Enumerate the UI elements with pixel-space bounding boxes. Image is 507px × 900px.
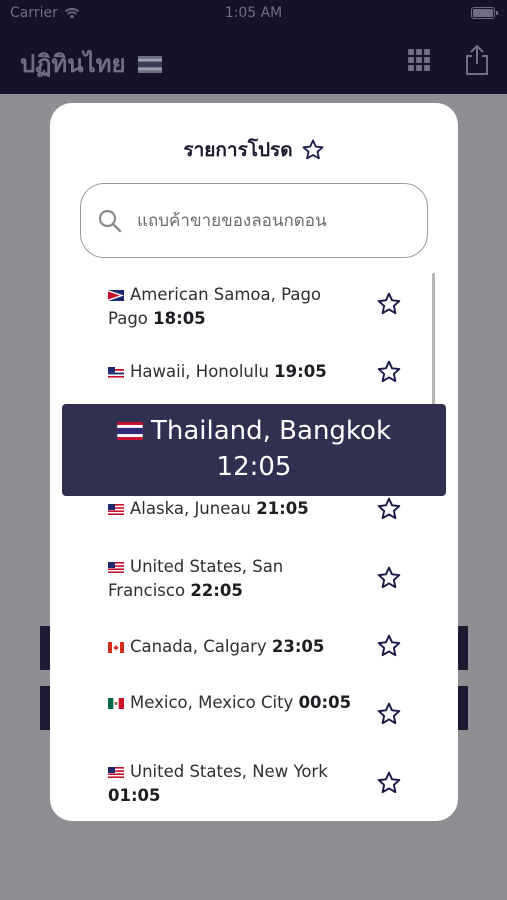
city-time: 21:05 <box>256 499 309 518</box>
mexico-flag-icon <box>108 698 124 709</box>
thai-flag-icon <box>117 422 143 440</box>
search-box[interactable] <box>80 183 428 258</box>
list-item-text: United States, New York 01:05 <box>108 760 358 808</box>
canada-flag-icon <box>108 642 124 653</box>
status-bar: Carrier 1:05 AM <box>0 0 507 28</box>
nav-bar: ปฏิทินไทย <box>0 28 507 94</box>
share-icon[interactable] <box>464 44 490 76</box>
city-name: Canada, Calgary <box>130 637 267 656</box>
city-name: American Samoa, Pago Pago <box>108 285 322 328</box>
city-name: Hawaii, Honolulu <box>130 362 269 381</box>
city-time: 18:05 <box>153 309 206 328</box>
us-flag-icon <box>108 562 124 573</box>
star-outline-icon[interactable] <box>376 701 402 727</box>
modal-title: รายการโปรด <box>50 135 458 165</box>
star-icon <box>302 139 323 160</box>
current-location-banner: Thailand, Bangkok 12:05 <box>62 404 446 496</box>
list-item-text: Hawaii, Honolulu 19:05 <box>108 360 358 384</box>
city-time: 19:05 <box>274 362 327 381</box>
city-name: Mexico, Mexico City <box>130 693 294 712</box>
star-outline-icon[interactable] <box>376 291 402 317</box>
list-item-text: American Samoa, Pago Pago 18:05 <box>108 283 358 331</box>
us-flag-icon <box>108 504 124 515</box>
american-samoa-flag-icon <box>108 290 124 301</box>
list-item-text: United States, San Francisco 22:05 <box>108 555 358 603</box>
list-item-text: Canada, Calgary 23:05 <box>108 635 358 659</box>
banner-time: 12:05 <box>216 452 292 482</box>
list-item-text: Mexico, Mexico City 00:05 <box>108 691 358 715</box>
banner-location: Thailand, Bangkok <box>62 416 446 446</box>
city-time: 22:05 <box>190 581 243 600</box>
city-name: Alaska, Juneau <box>130 499 251 518</box>
app-title-label: ปฏิทินไทย <box>20 49 126 78</box>
star-outline-icon[interactable] <box>376 565 402 591</box>
grid-menu-icon[interactable] <box>408 49 430 71</box>
city-time: 00:05 <box>298 693 352 712</box>
hawaii-flag-icon <box>108 367 124 378</box>
list-item-text: Alaska, Juneau 21:05 <box>108 497 358 521</box>
battery-icon <box>471 7 498 19</box>
us-flag-icon <box>108 767 124 778</box>
app-title: ปฏิทินไทย <box>20 44 162 83</box>
star-outline-icon[interactable] <box>376 633 402 659</box>
search-input[interactable] <box>137 202 407 240</box>
search-icon <box>98 209 122 233</box>
star-outline-icon[interactable] <box>376 496 402 522</box>
scrollbar[interactable] <box>432 273 435 413</box>
banner-city: Thailand, Bangkok <box>150 416 392 446</box>
city-time: 01:05 <box>108 786 161 805</box>
star-outline-icon[interactable] <box>376 770 402 796</box>
status-time: 1:05 AM <box>224 5 283 21</box>
city-name: United States, New York <box>130 762 328 781</box>
modal-title-label: รายการโปรด <box>183 139 293 161</box>
city-time: 23:05 <box>271 637 325 656</box>
thai-flag-icon <box>137 56 162 73</box>
star-outline-icon[interactable] <box>376 359 402 385</box>
